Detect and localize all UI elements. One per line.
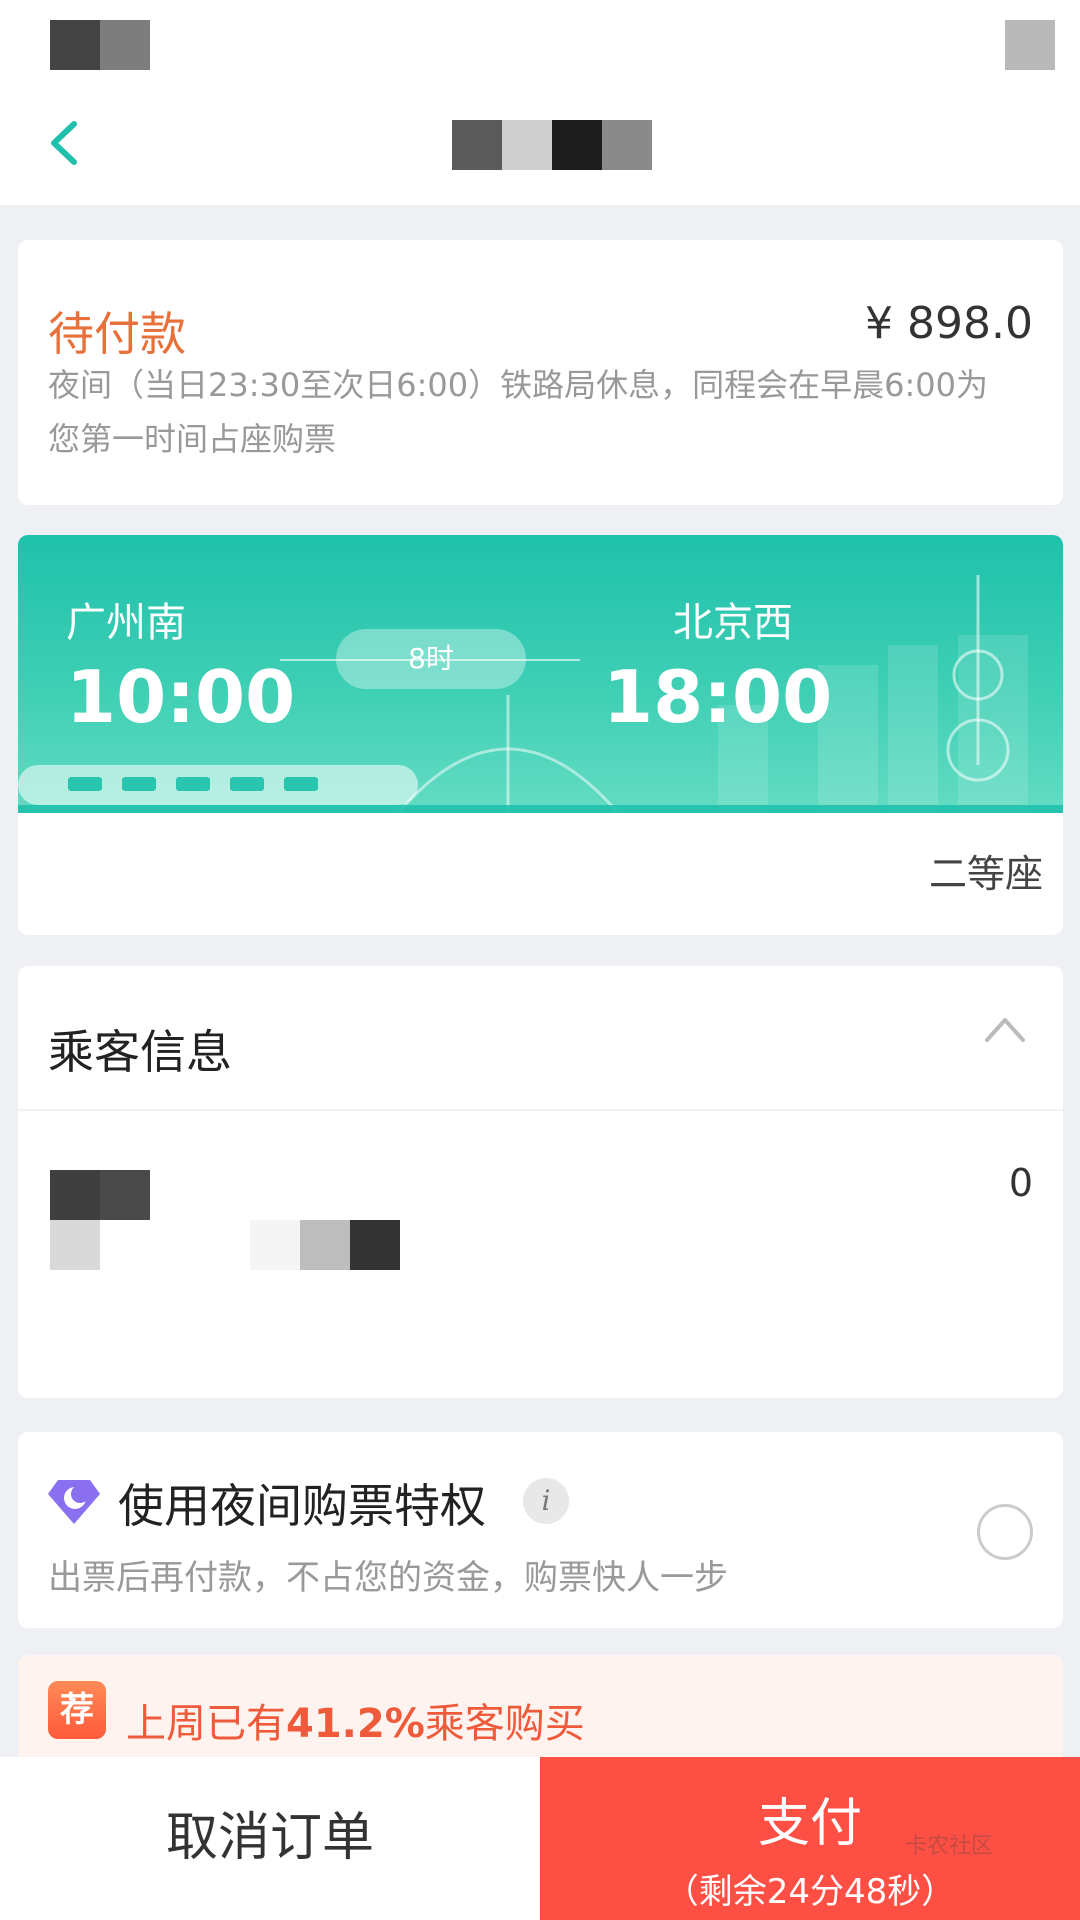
watermark: 卡农社区 — [905, 1834, 994, 1859]
recommend-prefix: 上周已有 — [126, 1701, 286, 1747]
title-redacted — [552, 120, 602, 170]
train-info-card: 广州南 10:00 8时 北京西 18:00 二等座 — [18, 535, 1063, 935]
passenger-count: 0 — [1008, 1161, 1033, 1205]
title-redacted — [602, 120, 652, 170]
night-privilege-card[interactable]: 使用夜间购票特权 i 出票后再付款，不占您的资金，购票快人一步 — [18, 1432, 1063, 1628]
duration-badge: 8时 — [336, 629, 526, 689]
title-redacted — [502, 120, 552, 170]
status-bar-redacted — [50, 20, 100, 70]
arrival-time: 18:00 — [603, 655, 833, 739]
recommend-suffix: 乘客购买 — [424, 1701, 585, 1747]
chevron-left-icon[interactable] — [44, 118, 84, 168]
status-bar-redacted — [100, 20, 150, 70]
pay-button[interactable]: 支付 （剩余24分48秒） — [540, 1757, 1080, 1920]
chevron-up-icon[interactable] — [983, 1014, 1027, 1044]
passenger-name-redacted — [50, 1170, 100, 1220]
divider — [18, 1109, 1063, 1111]
recommend-percent: 41.2% — [286, 1701, 425, 1747]
cancel-order-button[interactable]: 取消订单 — [0, 1757, 540, 1920]
recommend-badge: 荐 — [48, 1681, 106, 1739]
privilege-description: 出票后再付款，不占您的资金，购票快人一步 — [48, 1558, 728, 1598]
header-bar — [0, 0, 1080, 205]
title-redacted — [452, 120, 502, 170]
order-status: 待付款 — [48, 307, 186, 361]
payment-countdown: （剩余24分48秒） — [664, 1872, 956, 1912]
passenger-name-redacted — [100, 1170, 150, 1220]
passenger-id-redacted — [250, 1220, 300, 1270]
status-bar-redacted — [1005, 20, 1055, 70]
departure-time: 10:00 — [66, 655, 296, 739]
seat-class: 二等座 — [928, 852, 1043, 896]
passenger-id-redacted — [300, 1220, 350, 1270]
order-status-card: 待付款 ¥ 898.0 夜间（当日23:30至次日6:00）铁路局休息，同程会在… — [18, 240, 1063, 505]
passenger-section-title: 乘客信息 — [48, 1025, 232, 1079]
recommend-banner: 荐 上周已有41.2%乘客购买 — [18, 1655, 1063, 1765]
departure-station: 广州南 — [66, 600, 186, 646]
passenger-id-redacted — [350, 1220, 400, 1270]
recommend-text: 上周已有41.2%乘客购买 — [126, 1691, 585, 1749]
pay-label: 支付 — [757, 1794, 862, 1854]
arrival-station: 北京西 — [673, 600, 793, 646]
passenger-info-card: 乘客信息 0 — [18, 966, 1063, 1398]
passenger-id-redacted — [50, 1220, 100, 1270]
privilege-title: 使用夜间购票特权 — [118, 1479, 486, 1533]
diamond-moon-icon — [48, 1480, 100, 1524]
order-price: ¥ 898.0 — [865, 298, 1033, 349]
train-banner: 广州南 10:00 8时 北京西 18:00 — [18, 535, 1063, 813]
night-notice: 夜间（当日23:30至次日6:00）铁路局休息，同程会在早晨6:00为您第一时间… — [48, 366, 988, 458]
info-icon[interactable]: i — [523, 1478, 569, 1524]
privilege-radio[interactable] — [977, 1504, 1033, 1560]
